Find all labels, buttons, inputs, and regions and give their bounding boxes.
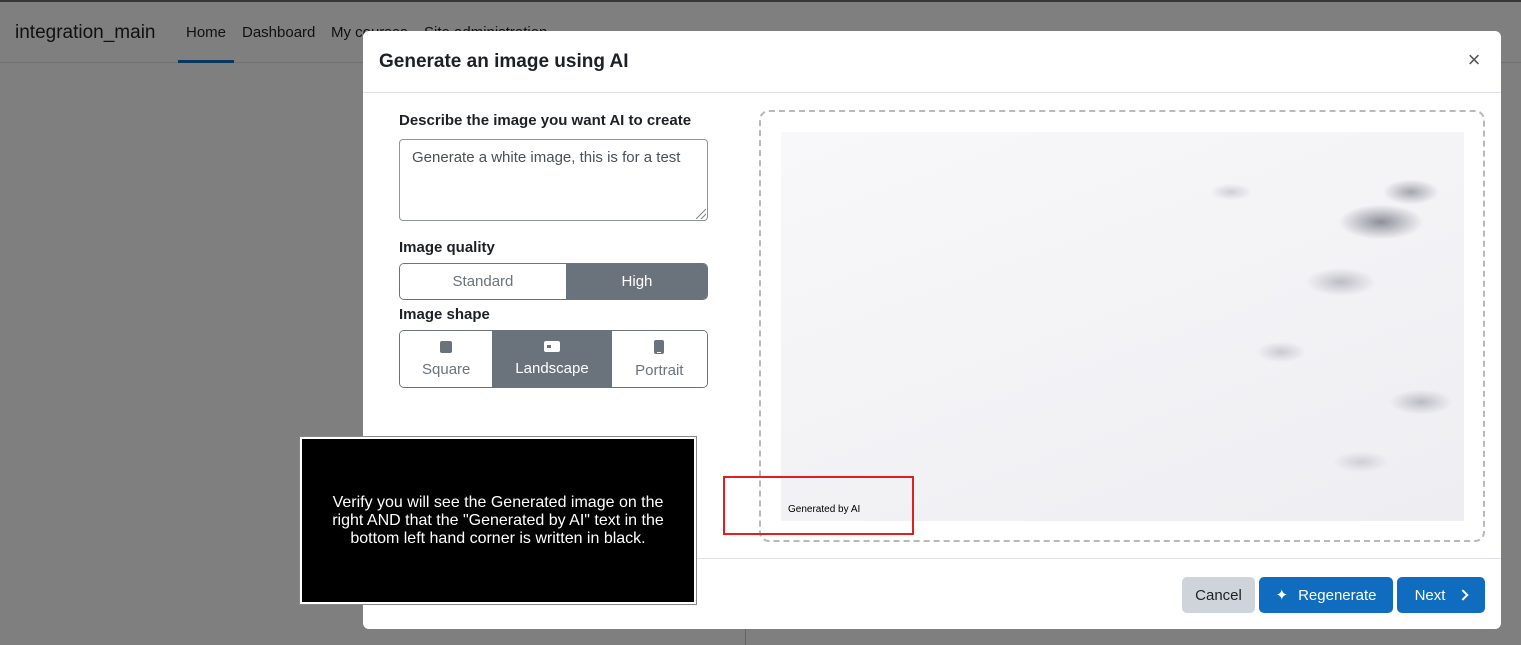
image-shape-toggle: Square Landscape Portrait xyxy=(399,330,708,388)
close-icon[interactable]: × xyxy=(1463,49,1485,71)
textarea-resize-handle[interactable] xyxy=(696,209,706,219)
regenerate-label: Regenerate xyxy=(1298,586,1377,604)
shape-square-button[interactable]: Square xyxy=(400,331,494,387)
sparkle-icon: ✦ xyxy=(1275,587,1289,604)
image-quality-label: Image quality xyxy=(399,239,495,256)
quality-high-button[interactable]: High xyxy=(566,264,707,299)
modal-title: Generate an image using AI xyxy=(379,51,629,72)
modal-header: Generate an image using AI × xyxy=(363,31,1501,93)
highlight-box xyxy=(723,476,914,535)
next-button[interactable]: Next xyxy=(1397,577,1485,613)
prompt-textarea[interactable]: Generate a white image, this is for a te… xyxy=(399,139,708,221)
portrait-icon xyxy=(654,339,665,354)
shape-portrait-label: Portrait xyxy=(635,361,684,379)
shape-landscape-label: Landscape xyxy=(515,360,589,377)
regenerate-button[interactable]: ✦ Regenerate xyxy=(1259,577,1393,613)
next-label: Next xyxy=(1414,586,1446,604)
landscape-icon xyxy=(544,341,560,352)
image-quality-toggle: Standard High xyxy=(399,263,708,300)
prompt-label: Describe the image you want AI to create xyxy=(399,112,692,129)
shape-landscape-button[interactable]: Landscape xyxy=(493,331,612,387)
image-shape-label: Image shape xyxy=(399,306,490,323)
test-instruction-overlay: Verify you will see the Generated image … xyxy=(299,436,697,605)
shape-square-label: Square xyxy=(422,360,471,378)
shape-portrait-button[interactable]: Portrait xyxy=(611,331,707,387)
square-icon xyxy=(440,340,453,353)
cancel-button[interactable]: Cancel xyxy=(1182,577,1255,613)
quality-standard-button[interactable]: Standard xyxy=(400,264,567,299)
generated-image: Generated by AI xyxy=(781,132,1464,521)
page: integration_main Home Dashboard My cours… xyxy=(0,0,1521,645)
instruction-text: Verify you will see the Generated image … xyxy=(332,493,664,547)
chevron-right-icon xyxy=(1457,589,1470,601)
